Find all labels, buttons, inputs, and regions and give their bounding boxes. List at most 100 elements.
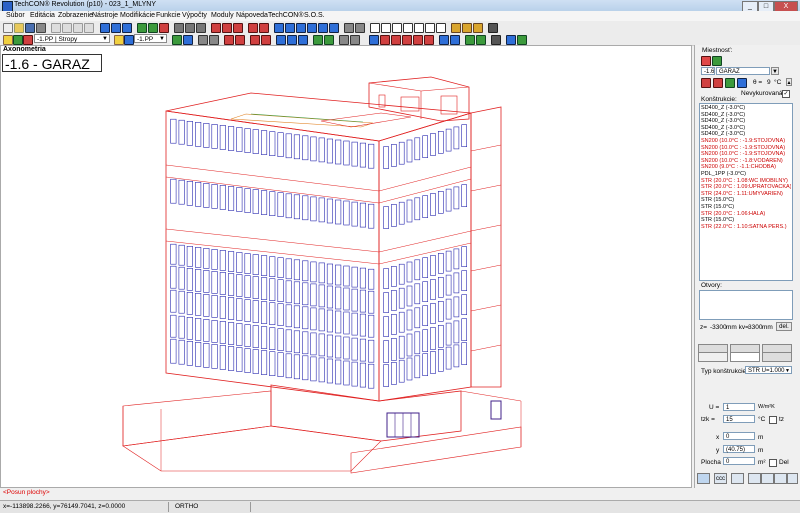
measure-icon[interactable] [259,23,269,33]
construction-row[interactable]: SD400_Z (-3.0°C) [701,131,791,137]
properties-icon[interactable] [488,23,498,33]
endpoint-icon[interactable] [261,35,271,45]
room-icon[interactable] [276,35,286,45]
menu-subor[interactable]: Súbor [6,12,25,19]
snap-mid-icon[interactable] [391,35,401,45]
room-name-field[interactable]: GARAZ [716,67,770,75]
construction-row[interactable]: SN200 (10.0°C : -1.9:STOJOVNA) [701,151,791,157]
snap-end-icon[interactable] [380,35,390,45]
menu-moduly[interactable]: Moduly [211,12,234,19]
circle-icon[interactable] [414,23,424,33]
arc-icon[interactable] [381,23,391,33]
snap-center-icon[interactable] [402,35,412,45]
floor-combo[interactable]: -1.PP ▼ [134,34,167,43]
door-icon[interactable] [296,23,306,33]
rectangle-icon[interactable] [425,23,435,33]
snap-tangent-icon[interactable] [424,35,434,45]
ortho-indicator[interactable]: ORTHO [175,503,198,510]
building-icon[interactable] [298,35,308,45]
edge-bottom-icon[interactable] [787,473,798,484]
color-icon[interactable] [23,35,33,45]
unheated-checkbox[interactable]: ✓ [782,90,790,98]
roof-icon[interactable] [329,23,339,33]
construction-row[interactable]: STR (20.0°C : 1.09:UPRATOVACKA) [701,184,791,190]
menu-vypocty[interactable]: Výpočty [182,12,207,19]
wall-icon[interactable] [274,23,284,33]
edge-left-icon[interactable] [748,473,761,484]
calc-icon[interactable] [313,35,323,45]
menu-editacia[interactable]: Editácia [30,12,55,19]
construction-row[interactable]: STR (22.0°C : 1.10:SATNA PERS.) [701,224,791,230]
cross-icon[interactable] [211,23,221,33]
bulb-icon[interactable] [3,35,13,45]
redo-icon[interactable] [84,23,94,33]
del-checkbox[interactable] [769,459,777,467]
ellipse-icon[interactable] [403,23,413,33]
menu-modifikacie[interactable]: Modifikácie [120,12,155,19]
new-file-icon[interactable] [3,23,13,33]
table-icon[interactable] [339,35,349,45]
tzk-field[interactable]: 15 [723,415,755,423]
dimension-icon[interactable] [355,23,365,33]
next-room-icon[interactable] [712,56,722,66]
room-add-icon[interactable] [701,78,711,88]
zoom-window-icon[interactable] [111,23,121,33]
constructions-list[interactable]: SD400_Z (-3.0°C) SD400_Z (-3.0°C) SD400_Z … [699,103,793,281]
openings-list[interactable] [699,290,793,320]
mirror-icon[interactable] [462,23,472,33]
tab-roofs[interactable] [762,352,792,362]
tz-checkbox[interactable] [769,416,777,424]
cut-icon[interactable] [51,23,61,33]
u-field[interactable]: 1 [723,403,755,411]
stair-icon[interactable] [307,23,317,33]
point-icon[interactable] [222,23,232,33]
ccc-button[interactable]: ccc [714,473,727,484]
x-field[interactable]: 0 [723,432,755,440]
drawing-canvas[interactable] [0,45,692,488]
room-edit-icon[interactable] [725,78,735,88]
select-icon[interactable] [172,35,182,45]
zoom-icon[interactable] [100,23,110,33]
prev-room-icon[interactable] [701,56,711,66]
polyline-icon[interactable] [392,23,402,33]
scale-icon[interactable] [473,23,483,33]
edge-top-icon[interactable] [774,473,787,484]
node-icon[interactable] [250,35,260,45]
room-delete-icon[interactable] [713,78,723,88]
move-icon[interactable] [233,23,243,33]
construction-row[interactable]: SD400_Z (-3.0°C) [701,125,791,131]
construction-row[interactable]: PDL_1PP (-3.0°C) [701,171,791,177]
construction-row[interactable]: STR (15.0°C) [701,197,791,203]
construction-row[interactable]: SD400_Z (-3.0°C) [701,112,791,118]
report-icon[interactable] [324,35,334,45]
zone-icon[interactable] [287,35,297,45]
open-folder-icon[interactable] [14,23,24,33]
undo-icon[interactable] [73,23,83,33]
filter-icon[interactable] [183,35,193,45]
text-icon[interactable] [344,23,354,33]
floor-bulb-icon[interactable] [114,35,124,45]
view-icon[interactable] [137,23,147,33]
rotate-icon[interactable] [451,23,461,33]
window-icon[interactable] [285,23,295,33]
menu-techcon[interactable]: TechCON® [268,12,304,19]
add-icon[interactable] [248,23,258,33]
ortho-icon[interactable] [196,23,206,33]
construction-row[interactable]: SN200 (10.0°C : -1.8:VODAREN) [701,158,791,164]
construction-row[interactable]: SN200 (9.0°C : -1.1:CHODBA) [701,164,791,170]
room-dropdown-button[interactable]: ▼ [771,67,779,75]
construction-row[interactable]: STR (15.0°C) [701,217,791,223]
snap-icon[interactable] [174,23,184,33]
pencil-icon[interactable] [209,35,219,45]
theta-spinner[interactable]: ▴ [786,78,792,86]
line-icon[interactable] [370,23,380,33]
tools-icon[interactable] [198,35,208,45]
target-icon[interactable] [224,35,234,45]
construction-row[interactable]: SD400_Z (-3.0°C) [701,105,791,111]
copy-icon[interactable] [62,23,72,33]
wave-icon[interactable] [731,473,744,484]
menu-zobrazenie[interactable]: Zobrazenie [58,12,93,19]
menu-sos[interactable]: S.O.S. [304,12,325,19]
snap-grid-icon[interactable] [369,35,379,45]
print-icon[interactable] [36,23,46,33]
